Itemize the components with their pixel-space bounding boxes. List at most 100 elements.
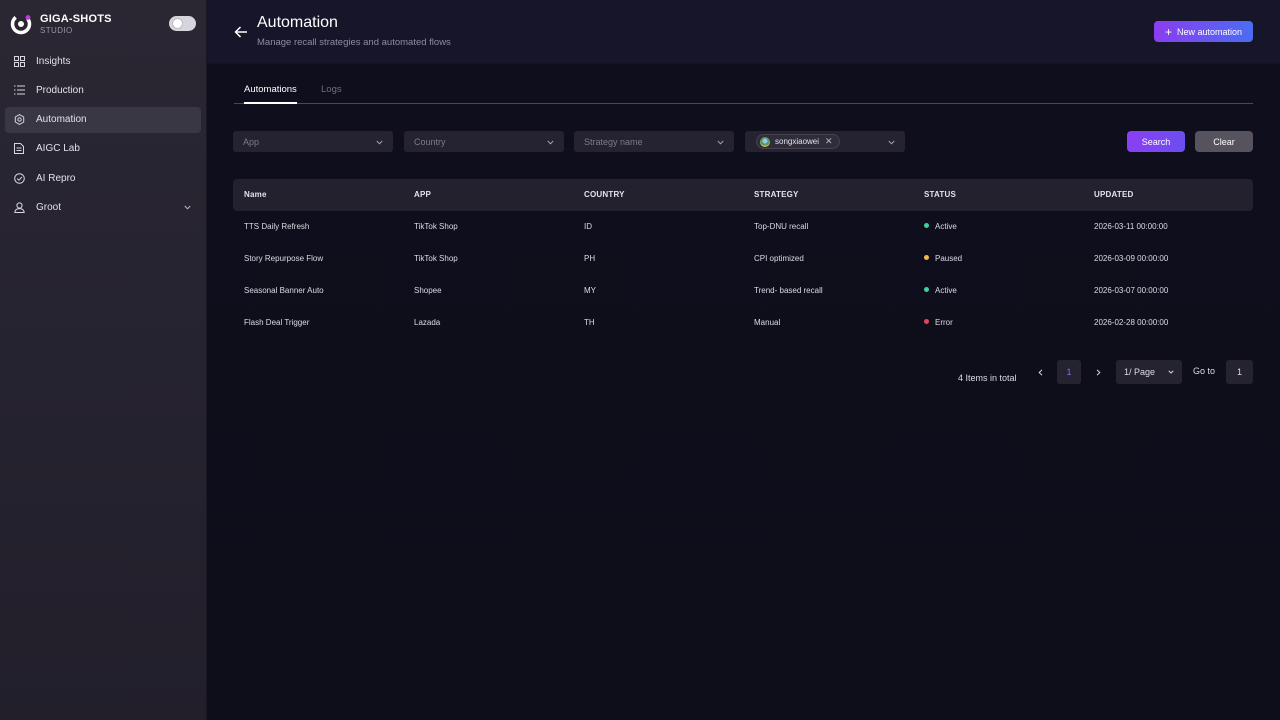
sidebar-item-groot[interactable]: Groot [5, 194, 201, 220]
sidebar-item-production[interactable]: Production [5, 77, 201, 103]
cell-country: PH [584, 254, 596, 263]
goto-label: Go to [1193, 366, 1216, 376]
grid-icon [13, 55, 25, 67]
cell-strategy: Manual [754, 318, 781, 327]
sidebar-nav: Insights Production Automation AIGC Lab … [5, 48, 201, 224]
col-header-name[interactable]: Name [244, 179, 267, 211]
sidebar-item-label: Insights [36, 55, 71, 67]
cell-name: Flash Deal Trigger [244, 318, 310, 327]
chevron-left-icon [1037, 368, 1042, 376]
user-select[interactable]: songxiaowei ✕ [745, 131, 905, 152]
gear-icon [13, 114, 25, 126]
tabs: Automations Logs [234, 82, 1253, 104]
cell-updated: 2026-03-11 00:00:00 [1094, 222, 1168, 231]
table-header: Name APP COUNTRY STRATEGY STATUS UPDATED [233, 179, 1253, 211]
brand-subtitle: STUDIO [40, 25, 73, 35]
chevron-down-icon [1168, 370, 1174, 374]
strategy-select-placeholder: Strategy name [584, 136, 643, 147]
sidebar-item-automation[interactable]: Automation [5, 106, 201, 133]
close-icon[interactable]: ✕ [825, 136, 833, 147]
user-icon [13, 201, 25, 213]
avatar [760, 136, 770, 147]
col-header-updated[interactable]: UPDATED [1094, 179, 1133, 211]
cell-strategy: CPI optimized [754, 254, 804, 263]
table-row[interactable]: Story Repurpose Flow TikTok Shop PH CPI … [233, 243, 1253, 275]
app-select[interactable]: App [233, 131, 393, 152]
sidebar-item-label: Production [36, 84, 84, 96]
main-content: Automations Logs App Country Strategy na… [207, 64, 1280, 720]
chevron-down-icon [888, 137, 895, 147]
user-chip: songxiaowei ✕ [756, 134, 840, 149]
brand-name: GIGA-SHOTS [40, 12, 112, 25]
country-select[interactable]: Country [404, 131, 564, 152]
clear-button[interactable]: Clear [1195, 131, 1253, 152]
status-dot [924, 319, 929, 325]
status-dot [924, 223, 929, 229]
cell-updated: 2026-02-28 00:00:00 [1094, 318, 1169, 327]
list-icon [13, 84, 25, 96]
sidebar-item-label: AI Repro [36, 172, 76, 184]
status-dot [924, 255, 929, 261]
col-header-strategy[interactable]: STRATEGY [754, 179, 799, 211]
sidebar: GIGA-SHOTS STUDIO Insights Production Au… [0, 0, 207, 720]
sidebar-item-aigc-lab[interactable]: AIGC Lab [5, 136, 201, 162]
plus-icon: + [1164, 24, 1172, 39]
app-select-placeholder: App [243, 136, 260, 147]
cell-name: TTS Daily Refresh [244, 222, 310, 231]
prev-page-button[interactable] [1029, 360, 1051, 384]
table-row[interactable]: Seasonal Banner Auto Shopee MY Trend- ba… [233, 275, 1253, 307]
page-size-select[interactable]: 1/ Page [1116, 360, 1182, 384]
cell-country: MY [584, 286, 596, 295]
cell-status: Active [924, 275, 957, 307]
cell-app: Lazada [414, 318, 441, 327]
strategy-select[interactable]: Strategy name [574, 131, 734, 152]
sidebar-item-label: Groot [36, 201, 62, 213]
status-label: Error [935, 318, 953, 327]
chevron-down-icon[interactable] [184, 202, 191, 213]
sidebar-item-ai-repro[interactable]: AI Repro [5, 165, 201, 191]
cell-status: Error [924, 307, 953, 339]
page-subtitle: Manage recall strategies and automated f… [257, 37, 451, 48]
check-circle-icon [13, 172, 25, 184]
cell-name: Story Repurpose Flow [244, 254, 324, 263]
tab-logs[interactable]: Logs [321, 84, 342, 104]
table-row[interactable]: TTS Daily Refresh TikTok Shop ID Top-DNU… [233, 211, 1253, 243]
back-arrow-icon[interactable] [234, 25, 248, 39]
status-dot [924, 287, 929, 293]
chevron-down-icon [376, 137, 383, 147]
page-size-label: 1/ Page [1124, 367, 1156, 377]
status-label: Paused [935, 254, 963, 263]
toggle-knob [172, 18, 183, 29]
search-button[interactable]: Search [1127, 131, 1185, 152]
country-select-placeholder: Country [414, 136, 446, 147]
col-header-status[interactable]: STATUS [924, 179, 956, 211]
cell-country: TH [584, 318, 595, 327]
chevron-right-icon [1096, 368, 1101, 376]
cell-status: Paused [924, 243, 962, 275]
automations-table: Name APP COUNTRY STRATEGY STATUS UPDATED… [233, 179, 1253, 339]
tab-automations[interactable]: Automations [244, 84, 297, 104]
col-header-country[interactable]: COUNTRY [584, 179, 625, 211]
cell-country: ID [584, 222, 592, 231]
sidebar-item-insights[interactable]: Insights [5, 48, 201, 74]
goto-page-input[interactable]: 1 [1226, 360, 1253, 384]
cell-app: TikTok Shop [414, 254, 458, 263]
cell-strategy: Top-DNU recall [754, 222, 809, 231]
total-count: 4 Items in total [958, 373, 1017, 383]
cell-name: Seasonal Banner Auto [244, 286, 324, 295]
brand[interactable]: GIGA-SHOTS STUDIO [10, 11, 112, 37]
next-page-button[interactable] [1087, 360, 1109, 384]
page-1-button[interactable]: 1 [1057, 360, 1081, 384]
new-automation-label: New automation [1176, 26, 1243, 37]
cell-app: Shopee [414, 286, 442, 295]
new-automation-button[interactable]: + New automation [1154, 21, 1253, 42]
cell-updated: 2026-03-09 00:00:00 [1094, 254, 1169, 263]
cell-strategy: Trend- based recall [754, 286, 823, 295]
document-icon [13, 143, 25, 155]
table-row[interactable]: Flash Deal Trigger Lazada TH Manual Erro… [233, 307, 1253, 339]
chevron-down-icon [547, 137, 554, 147]
theme-toggle[interactable] [169, 16, 196, 31]
cell-app: TikTok Shop [414, 222, 458, 231]
col-header-app[interactable]: APP [414, 179, 431, 211]
sidebar-item-label: Automation [36, 114, 87, 126]
